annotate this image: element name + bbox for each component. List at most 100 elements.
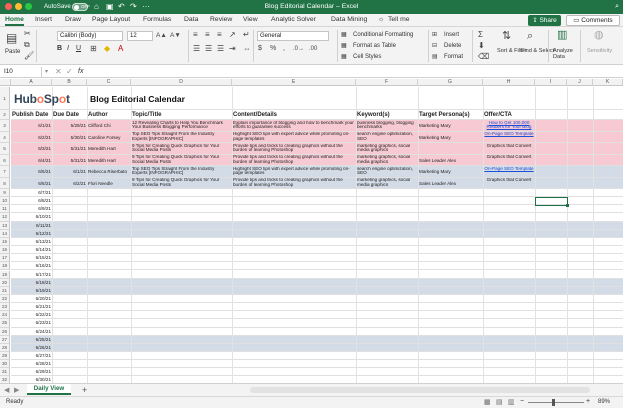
cell-styles-button[interactable]: Cell Styles	[353, 54, 381, 60]
font-color-icon[interactable]: A	[118, 44, 123, 54]
row-header-19[interactable]: 19	[0, 270, 10, 279]
persona-cell[interactable]: Sales Leader Alex	[418, 155, 483, 167]
increase-decimal-icon[interactable]: .0→	[293, 44, 304, 54]
conditional-formatting-button[interactable]: Conditional Formatting	[353, 32, 413, 38]
page-break-view-icon[interactable]: ▥	[508, 398, 515, 406]
column-header-k[interactable]: K	[593, 79, 623, 86]
row-header-9[interactable]: 9	[0, 189, 10, 198]
tab-formulas[interactable]: Formulas	[143, 16, 171, 23]
offer-cell[interactable]: Graphics that Convert	[483, 155, 535, 167]
format-painter-icon[interactable]: 🖌	[24, 51, 34, 61]
insert-button[interactable]: Insert	[444, 32, 459, 38]
due-date-cell[interactable]: 6/1/21	[52, 166, 87, 178]
publish-date-cell[interactable]: 6/10/21	[11, 213, 52, 221]
align-top-icon[interactable]: ≡	[193, 30, 198, 40]
cut-icon[interactable]: ✂	[24, 29, 31, 39]
publish-date-cell[interactable]: 6/16/21	[11, 262, 52, 270]
column-header-e[interactable]: E	[232, 79, 356, 86]
merge-center-icon[interactable]: ⇔	[243, 44, 251, 54]
details-cell[interactable]: Highlight SEO tips with expert advice wh…	[232, 132, 356, 144]
tab-review[interactable]: Review	[210, 16, 232, 23]
publish-date-cell[interactable]: 6/4/21	[11, 155, 52, 167]
currency-icon[interactable]: $	[258, 44, 262, 54]
offer-cell[interactable]: Graphics that Convert	[483, 178, 535, 190]
wrap-text-icon[interactable]: ↵	[243, 30, 250, 40]
name-box[interactable]: I10	[2, 67, 42, 77]
publish-date-cell[interactable]: 6/8/21	[11, 197, 52, 205]
topic-cell[interactable]: 12 Revealing Charts to Help You Benchmar…	[131, 121, 232, 133]
persona-cell[interactable]: Sales Leader Alex	[418, 178, 483, 190]
details-cell[interactable]: Provide tips and tricks to creating grap…	[232, 155, 356, 167]
row-header-2[interactable]: 2	[0, 110, 10, 120]
next-sheet-icon[interactable]: ▶	[14, 386, 19, 394]
publish-date-cell[interactable]: 6/23/21	[11, 319, 52, 327]
publish-date-cell[interactable]: 6/11/21	[11, 222, 52, 230]
persona-cell[interactable]: Marketing Mary	[418, 166, 483, 178]
due-date-cell[interactable]: 5/30/21	[52, 132, 87, 144]
comments-button[interactable]: ▭ Comments	[566, 15, 620, 26]
paste-label[interactable]: Paste	[5, 49, 20, 55]
row-header-30[interactable]: 30	[0, 360, 10, 369]
publish-date-cell[interactable]: 6/24/21	[11, 328, 52, 336]
name-box-dropdown-icon[interactable]: ▾	[45, 68, 48, 75]
underline-button[interactable]: U	[76, 45, 81, 52]
analyze-data-icon[interactable]: ▥	[557, 30, 567, 41]
publish-date-cell[interactable]: 6/6/21	[11, 178, 52, 190]
tab-data[interactable]: Data	[184, 16, 198, 23]
paste-icon[interactable]: ▤	[6, 31, 17, 45]
share-button[interactable]: ⇪ Share	[528, 15, 561, 26]
row-header-28[interactable]: 28	[0, 343, 10, 352]
find-select-icon[interactable]: ⌕	[527, 31, 533, 42]
page-layout-view-icon[interactable]: ▤	[496, 398, 503, 406]
column-header-a[interactable]: A	[11, 79, 52, 86]
row-header-22[interactable]: 22	[0, 294, 10, 304]
offer-link[interactable]: On-Page SEO Template	[483, 132, 535, 144]
topic-cell[interactable]: 9 Tips for Creating Quick Graphics for Y…	[131, 144, 232, 156]
row-header-17[interactable]: 17	[0, 254, 10, 263]
fill-icon[interactable]: ⬇	[478, 41, 485, 51]
row-header-14[interactable]: 14	[0, 229, 10, 238]
author-cell[interactable]: Clifford Chi	[87, 120, 131, 132]
row-header-8[interactable]: 8	[0, 177, 10, 189]
details-cell[interactable]: Explain importance of blogging and how t…	[232, 121, 356, 133]
publish-date-cell[interactable]: 6/3/21	[11, 143, 52, 155]
column-header-i[interactable]: I	[535, 79, 567, 86]
publish-date-cell[interactable]: 6/2/21	[11, 132, 52, 144]
author-cell[interactable]: Rebecca Riserbato	[87, 166, 131, 178]
tab-home[interactable]: Home	[5, 16, 24, 26]
fx-icon[interactable]: fx	[78, 68, 83, 75]
row-header-18[interactable]: 18	[0, 262, 10, 271]
column-header-f[interactable]: F	[356, 79, 418, 86]
publish-date-cell[interactable]: 6/14/21	[11, 246, 52, 254]
sort-filter-icon[interactable]: ⇅	[502, 31, 511, 42]
font-size-select[interactable]: 12	[127, 31, 153, 41]
tab-page-layout[interactable]: Page Layout	[92, 16, 130, 23]
row-header-7[interactable]: 7	[0, 166, 10, 178]
row-header-26[interactable]: 26	[0, 327, 10, 336]
worksheet-grid[interactable]: A B C D E F G H I J K 1 2 3 4 5 6 7 8 9 10 11 12 13 14 15 16 17 18 19…	[0, 79, 623, 383]
row-header-3[interactable]: 3	[0, 120, 10, 132]
publish-date-cell[interactable]: 6/18/21	[11, 279, 52, 287]
prev-sheet-icon[interactable]: ◀	[4, 386, 9, 394]
author-cell[interactable]: Meredith Hart	[87, 155, 131, 167]
sensitivity-button[interactable]: Sensitivity	[587, 48, 612, 54]
topic-cell[interactable]: 9 Tips for Creating Quick Graphics for Y…	[131, 178, 232, 190]
persona-cell[interactable]: Marketing Mary	[418, 120, 483, 132]
row-header-27[interactable]: 27	[0, 335, 10, 344]
topic-cell[interactable]: Top SEO Tips Straight From the Industry …	[131, 132, 232, 144]
font-name-select[interactable]: Calibri (Body)	[57, 31, 123, 41]
keywords-cell[interactable]: search engine optimization, SEO	[356, 132, 418, 144]
clear-icon[interactable]: ⌫	[478, 52, 489, 62]
row-header-10[interactable]: 10	[0, 197, 10, 206]
row-header-12[interactable]: 12	[0, 213, 10, 222]
due-date-cell[interactable]: 5/31/21	[52, 143, 87, 155]
column-header-g[interactable]: G	[418, 79, 483, 86]
delete-button[interactable]: Delete	[444, 43, 461, 49]
fill-handle[interactable]	[565, 203, 569, 207]
row-header-13[interactable]: 13	[0, 221, 10, 230]
topic-cell[interactable]: 9 Tips for Creating Quick Graphics for Y…	[131, 155, 232, 167]
tab-view[interactable]: View	[243, 16, 258, 23]
due-date-cell[interactable]: 5/29/21	[52, 120, 87, 132]
publish-date-cell[interactable]: 6/22/21	[11, 311, 52, 319]
publish-date-cell[interactable]: 6/27/21	[11, 352, 52, 360]
